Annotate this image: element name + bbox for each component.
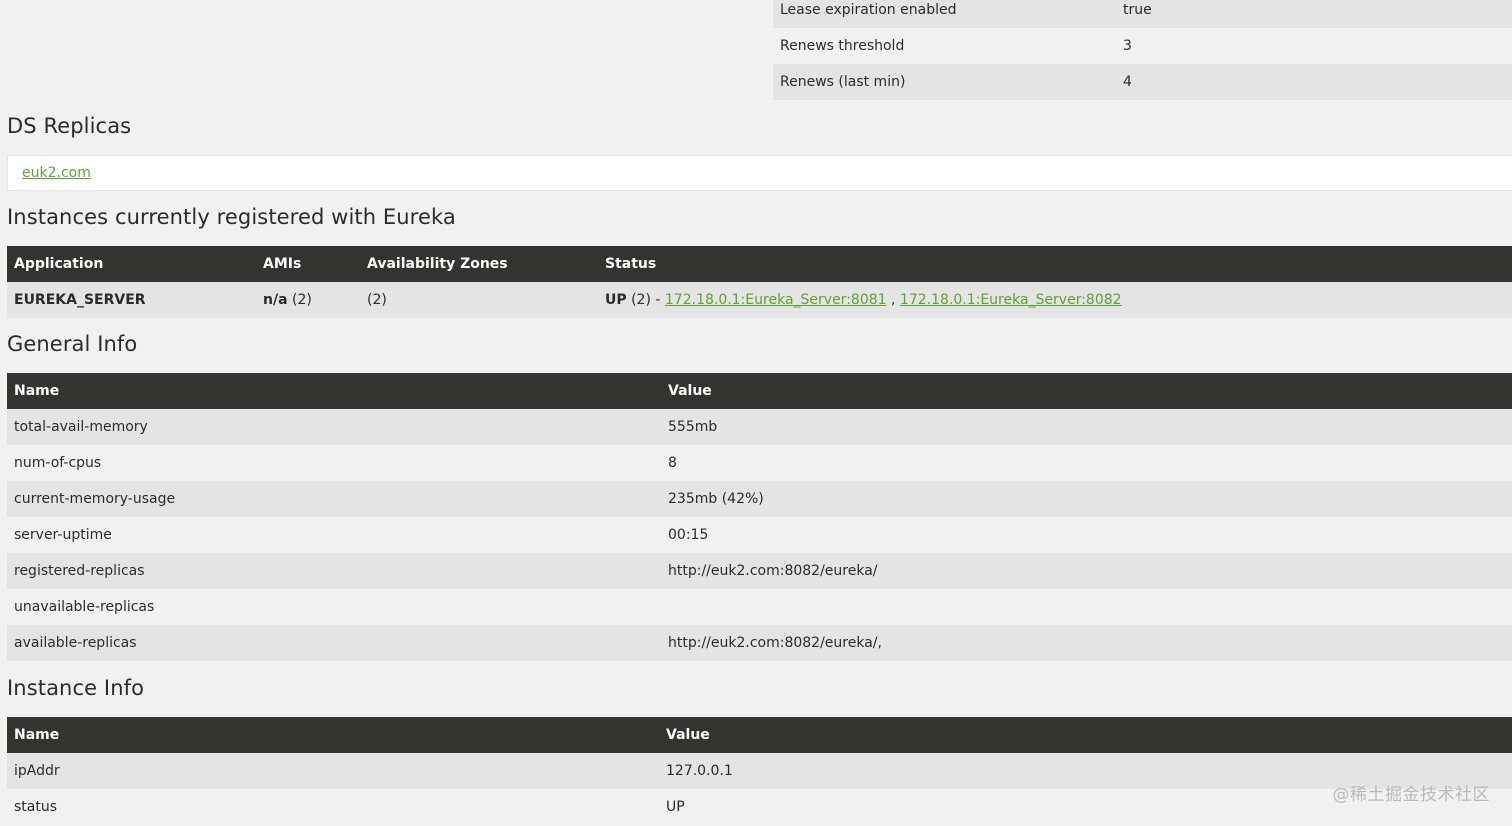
table-row: num-of-cpus 8 — [7, 445, 1512, 481]
table-row: ipAddr 127.0.0.1 — [7, 753, 1512, 789]
general-info-heading: General Info — [7, 332, 138, 356]
instances-table: Application AMIs Availability Zones Stat… — [7, 246, 1512, 318]
status-cell: UP (2) - 172.18.0.1:Eureka_Server:8081 ,… — [598, 282, 1512, 318]
lease-info-table: Lease expiration enabled true Renews thr… — [773, 0, 1512, 100]
status-count: (2) - — [631, 292, 661, 308]
info-value: 00:15 — [668, 527, 709, 543]
info-value: 8 — [668, 455, 677, 471]
table-row: server-uptime 00:15 — [7, 517, 1512, 553]
table-row: total-avail-memory 555mb — [7, 409, 1512, 445]
column-header-name: Name — [7, 373, 661, 409]
general-info-table: Name Value total-avail-memory 555mb num-… — [7, 373, 1512, 661]
amis-value: n/a — [263, 292, 288, 308]
table-header-row: Name Value — [7, 717, 1512, 753]
info-name: available-replicas — [14, 635, 137, 651]
table-row: Renews (last min) 4 — [773, 64, 1512, 100]
column-header-zones: Availability Zones — [360, 246, 598, 282]
table-row: current-memory-usage 235mb (42%) — [7, 481, 1512, 517]
table-header-row: Application AMIs Availability Zones Stat… — [7, 246, 1512, 282]
info-value: http://euk2.com:8082/eureka/ — [668, 563, 878, 579]
amis-cell: n/a (2) — [256, 282, 360, 318]
column-header-application: Application — [7, 246, 256, 282]
eureka-dashboard: Lease expiration enabled true Renews thr… — [0, 0, 1512, 826]
table-header-row: Name Value — [7, 373, 1512, 409]
replica-link[interactable]: euk2.com — [22, 165, 91, 181]
info-name: num-of-cpus — [14, 455, 102, 471]
column-header-name: Name — [7, 717, 659, 753]
zones-cell: (2) — [367, 292, 387, 308]
table-row: registered-replicas http://euk2.com:8082… — [7, 553, 1512, 589]
lease-name: Lease expiration enabled — [780, 2, 957, 18]
info-name: server-uptime — [14, 527, 112, 543]
column-header-value: Value — [661, 373, 1512, 409]
info-name: status — [14, 799, 58, 815]
info-value — [661, 589, 1512, 625]
table-row: unavailable-replicas — [7, 589, 1512, 625]
ds-replicas-heading: DS Replicas — [7, 114, 132, 138]
lease-value: true — [1123, 2, 1152, 18]
application-name: EUREKA_SERVER — [14, 292, 146, 308]
instance-link-8081[interactable]: 172.18.0.1:Eureka_Server:8081 — [665, 292, 887, 308]
ds-replicas-list: euk2.com — [7, 155, 1512, 191]
table-row: EUREKA_SERVER n/a (2) (2) UP (2) - 172.1… — [7, 282, 1512, 318]
info-name: current-memory-usage — [14, 491, 176, 507]
instance-info-heading: Instance Info — [7, 676, 145, 700]
info-value: http://euk2.com:8082/eureka/, — [668, 635, 882, 651]
lease-name: Renews threshold — [780, 38, 905, 54]
link-separator: , — [891, 292, 896, 308]
watermark: @稀土掘金技术社区 — [1332, 785, 1490, 805]
info-name: registered-replicas — [14, 563, 145, 579]
table-row: available-replicas http://euk2.com:8082/… — [7, 625, 1512, 661]
instances-heading: Instances currently registered with Eure… — [7, 205, 456, 229]
lease-name: Renews (last min) — [780, 74, 906, 90]
column-header-status: Status — [598, 246, 1512, 282]
column-header-amis: AMIs — [256, 246, 360, 282]
instance-link-8082[interactable]: 172.18.0.1:Eureka_Server:8082 — [900, 292, 1122, 308]
status-value: UP — [605, 292, 627, 308]
column-header-value: Value — [659, 717, 1512, 753]
info-name: total-avail-memory — [14, 419, 148, 435]
lease-value: 4 — [1123, 74, 1132, 90]
lease-value: 3 — [1123, 38, 1132, 54]
info-name: unavailable-replicas — [14, 599, 155, 615]
info-value: 555mb — [668, 419, 718, 435]
info-name: ipAddr — [14, 763, 60, 779]
table-row: Lease expiration enabled true — [773, 0, 1512, 28]
table-row: Renews threshold 3 — [773, 28, 1512, 64]
instance-info-table: Name Value ipAddr 127.0.0.1 status UP — [7, 717, 1512, 825]
amis-count: (2) — [291, 292, 312, 308]
table-row: status UP — [7, 789, 1512, 825]
info-value: 235mb (42%) — [668, 491, 764, 507]
